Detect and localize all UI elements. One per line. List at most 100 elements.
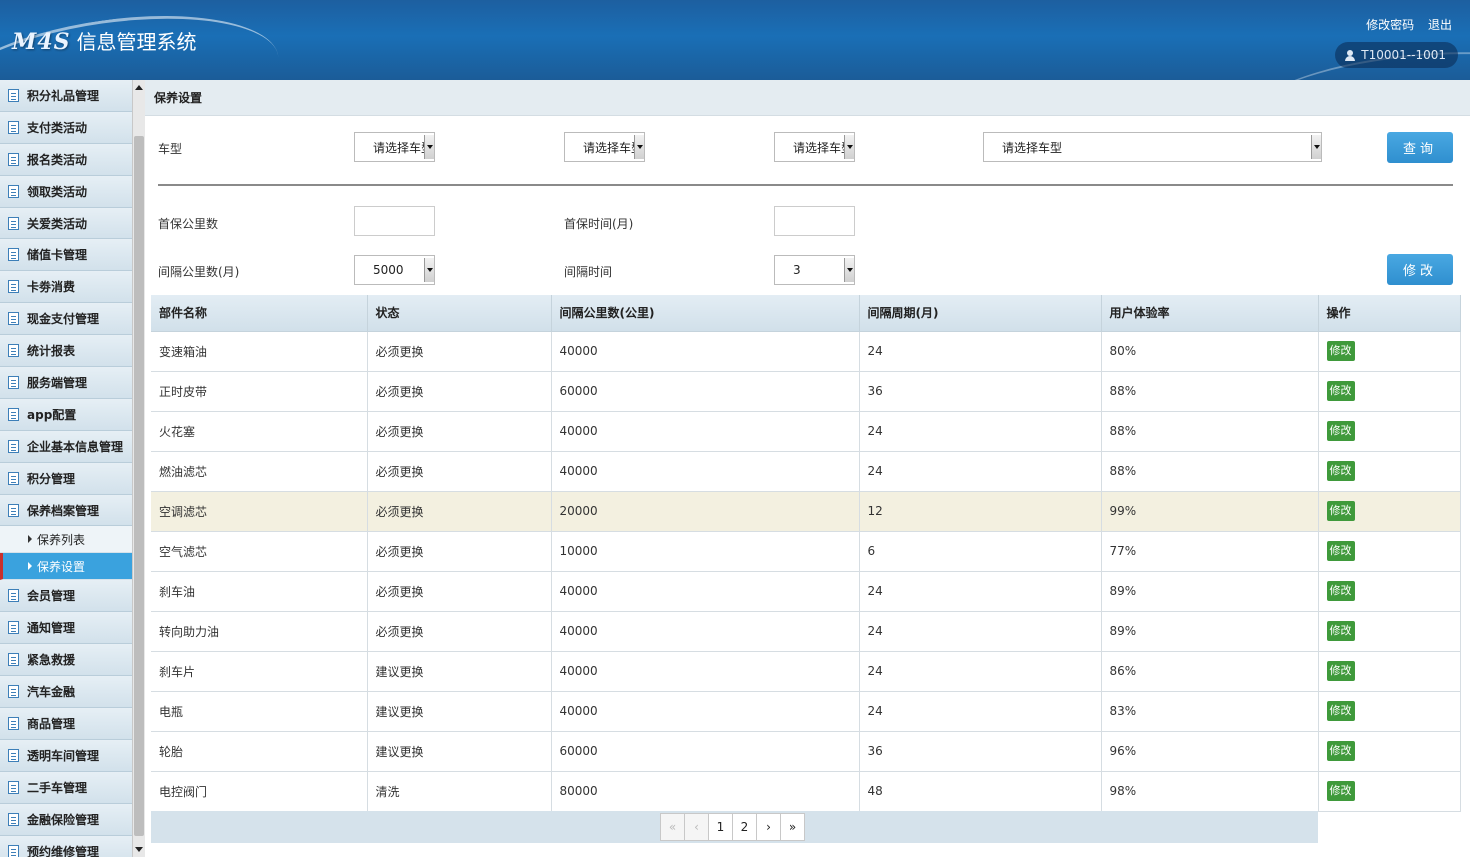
sidebar-item[interactable]: 领取类活动 xyxy=(0,175,132,208)
table-row: 电瓶 建议更换 40000 24 83% 修改 xyxy=(151,691,1461,732)
top-header: M4S 信息管理系统 修改密码 退出 T10001--1001 xyxy=(0,0,1470,80)
scroll-down-icon[interactable] xyxy=(135,847,143,852)
sidebar-item-label: 积分管理 xyxy=(27,471,76,486)
change-password-link[interactable]: 修改密码 xyxy=(1366,18,1414,32)
sidebar-item[interactable]: 统计报表 xyxy=(0,335,132,368)
pager-next-button[interactable]: › xyxy=(756,813,781,841)
table-row: 变速箱油 必须更换 40000 24 80% 修改 xyxy=(151,331,1461,372)
first-mileage-input[interactable] xyxy=(354,206,435,236)
sidebar-item-label: 紧急救援 xyxy=(27,653,76,668)
row-edit-button[interactable]: 修改 xyxy=(1326,461,1355,481)
car-series-select[interactable]: 请选择车型 xyxy=(564,132,645,162)
pager-page-1[interactable]: 1 xyxy=(708,813,733,841)
row-edit-button[interactable]: 修改 xyxy=(1326,381,1355,401)
sidebar-item[interactable]: 保养档案管理 xyxy=(0,494,132,527)
sidebar-subitem[interactable]: 保养列表 xyxy=(0,526,132,554)
car-model-select[interactable]: 请选择车型 xyxy=(983,132,1322,162)
cell-actions: 修改 xyxy=(1318,371,1461,412)
cell-experience-rate: 89% xyxy=(1101,611,1319,652)
list-icon xyxy=(8,780,19,794)
table-row: 火花塞 必须更换 40000 24 88% 修改 xyxy=(151,411,1461,452)
row-edit-button[interactable]: 修改 xyxy=(1326,661,1355,681)
list-icon xyxy=(8,184,19,198)
sidebar-item[interactable]: 服务端管理 xyxy=(0,367,132,399)
pager-page-2[interactable]: 2 xyxy=(732,813,757,841)
list-icon xyxy=(8,589,19,603)
chevron-down-icon xyxy=(424,135,434,159)
cell-actions: 修改 xyxy=(1318,491,1461,532)
list-icon xyxy=(8,280,19,294)
sidebar-item-label: 预约维修管理 xyxy=(27,844,100,857)
cell-actions: 修改 xyxy=(1318,771,1461,812)
cell-actions: 修改 xyxy=(1318,731,1461,772)
cell-interval-months: 36 xyxy=(859,371,1102,412)
cell-part-name: 轮胎 xyxy=(151,731,368,772)
sidebar-item[interactable]: 透明车间管理 xyxy=(0,739,132,772)
row-edit-button[interactable]: 修改 xyxy=(1326,541,1355,561)
pager-last-button[interactable]: » xyxy=(780,813,805,841)
cell-interval-km: 80000 xyxy=(551,771,860,812)
sidebar-item[interactable]: 关爱类活动 xyxy=(0,207,132,240)
cell-interval-months: 24 xyxy=(859,651,1102,692)
sidebar-subitem-active[interactable]: 保养设置 xyxy=(0,553,132,581)
sidebar-item[interactable]: 支付类活动 xyxy=(0,111,132,144)
first-time-input[interactable] xyxy=(774,206,855,236)
sidebar-item-label: 透明车间管理 xyxy=(27,748,100,763)
first-time-label: 首保时间(月) xyxy=(564,217,634,231)
table-row: 燃油滤芯 必须更换 40000 24 88% 修改 xyxy=(151,451,1461,492)
sidebar-item[interactable]: 现金支付管理 xyxy=(0,303,132,336)
user-badge[interactable]: T10001--1001 xyxy=(1335,42,1458,68)
pager-prev-button[interactable]: ‹ xyxy=(684,813,709,841)
sidebar-item[interactable]: 二手车管理 xyxy=(0,771,132,804)
sidebar-item[interactable]: 紧急救援 xyxy=(0,644,132,677)
sidebar-item[interactable]: 积分管理 xyxy=(0,462,132,495)
cell-status: 必须更换 xyxy=(367,411,552,452)
filter-divider xyxy=(158,184,1453,186)
cell-actions: 修改 xyxy=(1318,531,1461,572)
sidebar-item[interactable]: 积分礼品管理 xyxy=(0,80,132,112)
scroll-thumb[interactable] xyxy=(134,136,144,836)
edit-settings-button[interactable]: 修改 xyxy=(1387,254,1453,285)
interval-time-value: 3 xyxy=(793,263,801,277)
sidebar-item-label: 会员管理 xyxy=(27,589,76,604)
scroll-up-icon[interactable] xyxy=(135,85,143,90)
car-year-select[interactable]: 请选择车型 xyxy=(774,132,855,162)
sidebar-item[interactable]: 通知管理 xyxy=(0,612,132,645)
row-edit-button[interactable]: 修改 xyxy=(1326,341,1355,361)
sidebar-scrollbar[interactable] xyxy=(132,80,145,857)
pager-first-button[interactable]: « xyxy=(660,813,685,841)
sidebar-item[interactable]: 会员管理 xyxy=(0,580,132,613)
car-type-label: 车型 xyxy=(158,142,183,156)
sidebar-item[interactable]: 卡劵消费 xyxy=(0,271,132,304)
sidebar-item-label: 关爱类活动 xyxy=(27,216,88,231)
chevron-down-icon xyxy=(1311,135,1321,159)
sidebar-item[interactable]: 金融保险管理 xyxy=(0,803,132,836)
row-edit-button[interactable]: 修改 xyxy=(1326,581,1355,601)
sidebar-item[interactable]: 企业基本信息管理 xyxy=(0,430,132,463)
car-model-select-value: 请选择车型 xyxy=(1002,140,1063,155)
interval-time-select[interactable]: 3 xyxy=(774,255,855,285)
query-button[interactable]: 查询 xyxy=(1387,132,1453,163)
row-edit-button[interactable]: 修改 xyxy=(1326,741,1355,761)
chevron-down-icon xyxy=(424,258,434,282)
row-edit-button[interactable]: 修改 xyxy=(1326,781,1355,801)
sidebar-item-label: 支付类活动 xyxy=(27,120,88,135)
row-edit-button[interactable]: 修改 xyxy=(1326,421,1355,441)
row-edit-button[interactable]: 修改 xyxy=(1326,621,1355,641)
car-brand-select[interactable]: 请选择车型 xyxy=(354,132,435,162)
interval-mileage-select[interactable]: 5000 xyxy=(354,255,435,285)
table-row: 轮胎 建议更换 60000 36 96% 修改 xyxy=(151,731,1461,772)
cell-interval-km: 60000 xyxy=(551,731,860,772)
cell-interval-km: 40000 xyxy=(551,331,860,372)
cell-experience-rate: 80% xyxy=(1101,331,1319,372)
sidebar-item[interactable]: 汽车金融 xyxy=(0,676,132,709)
row-edit-button[interactable]: 修改 xyxy=(1326,701,1355,721)
logout-link[interactable]: 退出 xyxy=(1428,18,1452,32)
row-edit-button[interactable]: 修改 xyxy=(1326,501,1355,521)
sidebar-item[interactable]: 商品管理 xyxy=(0,708,132,740)
sidebar-item[interactable]: 储值卡管理 xyxy=(0,239,132,272)
sidebar-item[interactable]: 预约维修管理 xyxy=(0,835,132,857)
sidebar-item-label: 企业基本信息管理 xyxy=(27,439,124,454)
sidebar-item[interactable]: 报名类活动 xyxy=(0,143,132,176)
sidebar-item[interactable]: app配置 xyxy=(0,398,132,431)
